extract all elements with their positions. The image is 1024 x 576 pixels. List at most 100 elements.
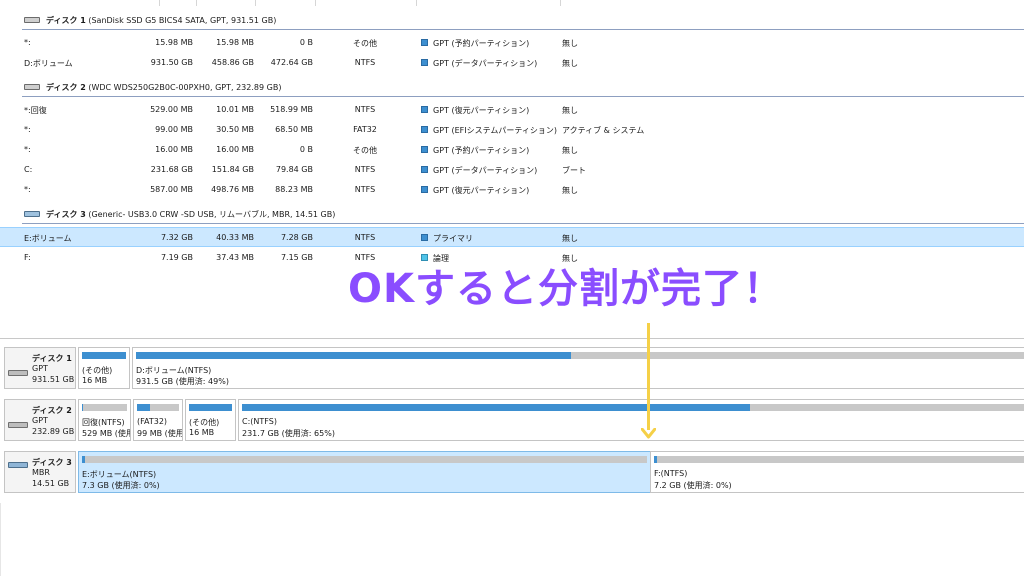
disk-header[interactable]: ディスク 2 (WDC WDS250G2B0C-00PXH0, GPT, 232… bbox=[0, 77, 1024, 97]
usage-bar bbox=[136, 352, 1024, 359]
partition-filesystem: NTFS bbox=[354, 58, 376, 67]
partition-row[interactable]: E:ボリューム 7.32 GB 40.33 MB 7.28 GB NTFS プラ… bbox=[0, 227, 1024, 247]
partition-block[interactable]: 回復(NTFS) 529 MB (使用 bbox=[78, 399, 131, 441]
column-divider[interactable] bbox=[196, 0, 197, 6]
column-divider[interactable] bbox=[159, 0, 160, 6]
column-divider[interactable] bbox=[416, 0, 417, 6]
partition-type: GPT (データパーティション) bbox=[433, 59, 538, 68]
partition-capacity: 7.32 GB bbox=[160, 233, 193, 242]
partition-row[interactable]: *: 16.00 MB 16.00 MB 0 B その他 GPT (予約パーティ… bbox=[0, 140, 1024, 160]
partition-type-icon bbox=[421, 166, 428, 173]
partition-block-size: 16 MB bbox=[189, 428, 215, 437]
partition-used: 498.76 MB bbox=[211, 185, 254, 194]
partition-capacity: 99.00 MB bbox=[155, 125, 193, 134]
partition-block-title: (その他) bbox=[189, 418, 220, 427]
partition-name: *:回復 bbox=[24, 106, 47, 115]
hdd-icon bbox=[24, 17, 40, 23]
disk-name: ディスク 3 bbox=[32, 458, 72, 467]
annotation-caption: OKすると分割が完了！ bbox=[348, 266, 784, 312]
usage-bar bbox=[82, 352, 126, 359]
partition-free: 79.84 GB bbox=[275, 165, 313, 174]
partition-type: プライマリ bbox=[433, 234, 473, 243]
disk-map: ディスク 1 GPT 931.51 GB (その他) 16 MB D:ボリューム… bbox=[0, 343, 1024, 503]
partition-used: 37.43 MB bbox=[216, 253, 254, 262]
hdd-icon bbox=[24, 84, 40, 90]
partition-block-title: 回復(NTFS) bbox=[82, 418, 125, 427]
partition-status: 無し bbox=[562, 254, 578, 263]
partition-status: 無し bbox=[562, 186, 578, 195]
partition-free: 0 B bbox=[299, 38, 313, 47]
partition-block[interactable]: (その他) 16 MB bbox=[185, 399, 236, 441]
usb-drive-icon bbox=[8, 462, 28, 468]
disk-header[interactable]: ディスク 3 (Generic- USB3.0 CRW -SD USB, リムー… bbox=[0, 204, 1024, 224]
partition-type: GPT (EFIシステムパーティション) bbox=[433, 126, 557, 135]
partition-block-title: (FAT32) bbox=[137, 417, 168, 426]
partition-block-title: D:ボリューム(NTFS) bbox=[136, 366, 212, 375]
partition-used: 16.00 MB bbox=[216, 145, 254, 154]
partition-used: 458.86 GB bbox=[211, 58, 254, 67]
usage-fill bbox=[189, 404, 232, 411]
column-divider[interactable] bbox=[315, 0, 316, 6]
partition-block-title: E:ボリューム(NTFS) bbox=[82, 470, 157, 479]
disk-size: 232.89 GB bbox=[32, 427, 75, 436]
partition-filesystem: NTFS bbox=[354, 233, 376, 242]
partition-block[interactable]: F:(NTFS) 7.2 GB (使用済: 0%) bbox=[650, 451, 1024, 493]
partition-row[interactable]: *: 99.00 MB 30.50 MB 68.50 MB FAT32 GPT … bbox=[0, 120, 1024, 140]
partition-type: 論理 bbox=[433, 254, 449, 263]
partition-used: 15.98 MB bbox=[216, 38, 254, 47]
usage-fill bbox=[82, 352, 126, 359]
disk-size: 14.51 GB bbox=[32, 479, 70, 488]
partition-used: 151.84 GB bbox=[211, 165, 254, 174]
partition-capacity: 7.19 GB bbox=[160, 253, 193, 262]
partition-free: 7.28 GB bbox=[280, 233, 313, 242]
hdd-icon bbox=[8, 370, 28, 376]
partition-capacity: 15.98 MB bbox=[155, 38, 193, 47]
partition-block-size: 529 MB (使用 bbox=[82, 429, 131, 438]
partition-block-size: 931.5 GB (使用済: 49%) bbox=[136, 377, 229, 386]
partition-type: GPT (復元パーティション) bbox=[433, 186, 530, 195]
disk-map-label[interactable]: ディスク 3 MBR 14.51 GB bbox=[4, 451, 76, 493]
partition-name: E:ボリューム bbox=[24, 234, 72, 243]
partition-row[interactable]: D:ボリューム 931.50 GB 458.86 GB 472.64 GB NT… bbox=[0, 53, 1024, 73]
usage-bar bbox=[189, 404, 232, 411]
disk-map-row: ディスク 2 GPT 232.89 GB 回復(NTFS) 529 MB (使用… bbox=[4, 399, 1024, 441]
partition-type-icon bbox=[421, 59, 428, 66]
partition-block-size: 7.2 GB (使用済: 0%) bbox=[654, 481, 732, 490]
column-divider[interactable] bbox=[255, 0, 256, 6]
partition-block[interactable]: (その他) 16 MB bbox=[78, 347, 130, 389]
usage-fill bbox=[82, 404, 83, 411]
disk-map-label[interactable]: ディスク 1 GPT 931.51 GB bbox=[4, 347, 76, 389]
partition-free: 7.15 GB bbox=[280, 253, 313, 262]
partition-row[interactable]: *: 587.00 MB 498.76 MB 88.23 MB NTFS GPT… bbox=[0, 180, 1024, 200]
disk-map-label[interactable]: ディスク 2 GPT 232.89 GB bbox=[4, 399, 76, 441]
partition-row[interactable]: *: 15.98 MB 15.98 MB 0 B その他 GPT (予約パーティ… bbox=[0, 33, 1024, 53]
partition-type: GPT (予約パーティション) bbox=[433, 146, 530, 155]
partition-used: 10.01 MB bbox=[216, 105, 254, 114]
partition-free: 68.50 MB bbox=[275, 125, 313, 134]
disk-header-title: ディスク 1 (SanDisk SSD G5 BICS4 SATA, GPT, … bbox=[46, 16, 277, 25]
column-divider[interactable] bbox=[560, 0, 561, 6]
partition-free: 518.99 MB bbox=[270, 105, 313, 114]
partition-filesystem: その他 bbox=[353, 39, 377, 48]
partition-type: GPT (復元パーティション) bbox=[433, 106, 530, 115]
partition-type-icon bbox=[421, 39, 428, 46]
partition-block[interactable]: D:ボリューム(NTFS) 931.5 GB (使用済: 49%) bbox=[132, 347, 1024, 389]
partition-block[interactable]: (FAT32) 99 MB (使用済 bbox=[133, 399, 183, 441]
partition-capacity: 587.00 MB bbox=[150, 185, 193, 194]
partition-row[interactable]: C: 231.68 GB 151.84 GB 79.84 GB NTFS GPT… bbox=[0, 160, 1024, 180]
usage-fill bbox=[136, 352, 572, 359]
arrow-down-icon bbox=[641, 428, 656, 439]
partition-capacity: 16.00 MB bbox=[155, 145, 193, 154]
partition-block[interactable]: C:(NTFS) 231.7 GB (使用済: 65%) bbox=[238, 399, 1024, 441]
disk-header[interactable]: ディスク 1 (SanDisk SSD G5 BICS4 SATA, GPT, … bbox=[0, 10, 1024, 30]
usage-bar bbox=[654, 456, 1024, 463]
partition-type: GPT (データパーティション) bbox=[433, 166, 538, 175]
disk-map-row: ディスク 1 GPT 931.51 GB (その他) 16 MB D:ボリューム… bbox=[4, 347, 1024, 389]
partition-type-icon bbox=[421, 126, 428, 133]
partition-row[interactable]: *:回復 529.00 MB 10.01 MB 518.99 MB NTFS G… bbox=[0, 100, 1024, 120]
partition-block[interactable]: E:ボリューム(NTFS) 7.3 GB (使用済: 0%) bbox=[78, 451, 651, 493]
disk-kind: GPT bbox=[32, 364, 48, 373]
pane-splitter[interactable] bbox=[0, 338, 1024, 339]
partition-status: 無し bbox=[562, 59, 578, 68]
disk-name: ディスク 2 bbox=[32, 406, 72, 415]
